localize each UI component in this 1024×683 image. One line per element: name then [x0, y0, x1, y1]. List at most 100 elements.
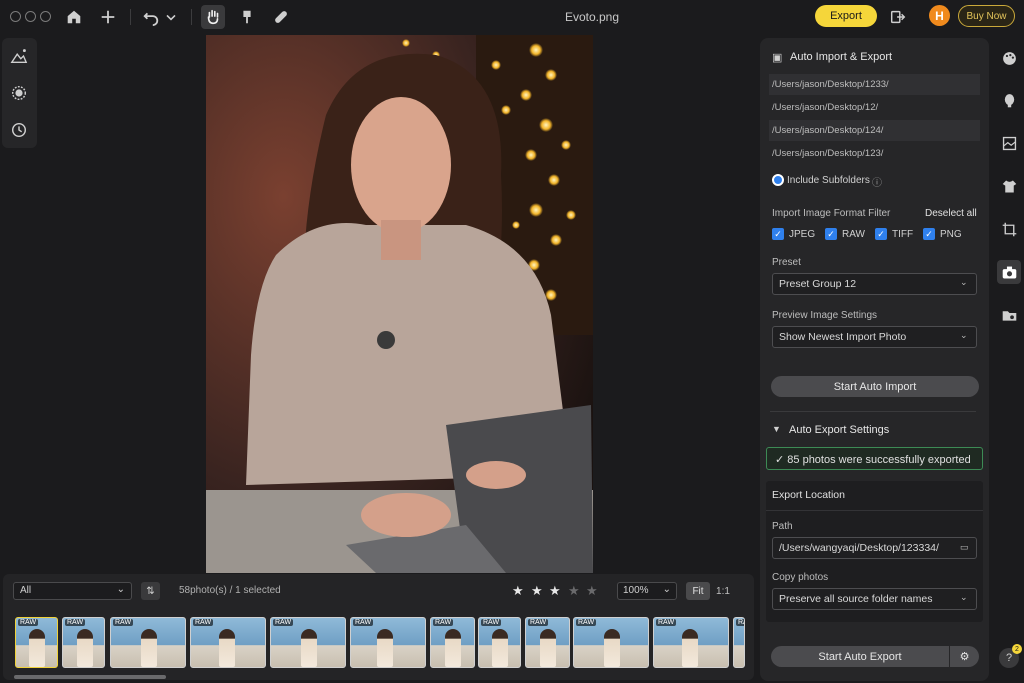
export-settings-title: Auto Export Settings — [789, 424, 890, 436]
folder-row[interactable]: /Users/jason/Desktop/124/ — [769, 120, 980, 141]
png-checkbox[interactable]: ✓ — [923, 228, 935, 240]
copy-photos-value: Preserve all source folder names — [779, 593, 933, 605]
path-label: Path — [772, 521, 793, 532]
raw-badge: RAW — [433, 619, 454, 626]
folder-row[interactable]: /Users/jason/Desktop/123/ — [769, 143, 980, 164]
deselect-all-link[interactable]: Deselect all — [925, 208, 977, 219]
format-filter-label: Import Image Format Filter — [772, 208, 891, 219]
folder-path: /Users/jason/Desktop/1233/ — [772, 79, 889, 90]
palette-icon[interactable] — [997, 46, 1021, 70]
preset-dropdown[interactable]: Preset Group 12 ⌄ — [772, 273, 977, 295]
filter-dropdown[interactable]: All ⌄ — [13, 582, 132, 600]
info-icon[interactable]: ⓘ — [872, 174, 882, 189]
buy-now-button[interactable]: Buy Now — [958, 5, 1015, 27]
raw-badge: RAW — [481, 619, 502, 626]
check-icon: ✓ — [775, 454, 785, 466]
format-label: TIFF — [892, 229, 914, 240]
preset-value: Preset Group 12 — [779, 278, 857, 290]
format-label: RAW — [842, 229, 865, 240]
divider — [766, 510, 983, 511]
filter-circle-icon[interactable] — [9, 83, 29, 103]
chevron-down-icon: ⌄ — [116, 584, 125, 595]
thumbnail[interactable]: RAW — [110, 617, 186, 668]
export-button[interactable]: Export — [815, 5, 877, 27]
raw-badge: RAW — [528, 619, 549, 626]
chevron-down-icon: ⌄ — [960, 592, 968, 602]
main-photo[interactable] — [206, 35, 593, 573]
rating-star-1[interactable]: ★ — [512, 583, 524, 599]
thumbnail[interactable]: RAW — [653, 617, 729, 668]
thumbnail[interactable]: RAW — [15, 617, 58, 668]
avatar[interactable]: H — [929, 5, 950, 26]
tiff-checkbox[interactable]: ✓ — [875, 228, 887, 240]
raw-badge: RAW — [113, 619, 134, 626]
copy-photos-label: Copy photos — [772, 572, 829, 583]
rating-star-3[interactable]: ★ — [549, 583, 561, 599]
rating-star-4[interactable]: ★ — [568, 583, 580, 599]
background-icon[interactable] — [997, 131, 1021, 155]
export-settings-gear-button[interactable]: ⚙ — [950, 646, 979, 667]
zoom-value: 100% — [623, 585, 649, 596]
thumbnail[interactable]: RAW — [190, 617, 266, 668]
export-location-title: Export Location — [772, 489, 845, 501]
chevron-down-icon: ⌄ — [960, 277, 968, 287]
camera-icon[interactable] — [997, 260, 1021, 284]
thumbnail[interactable]: RAW — [573, 617, 649, 668]
jpeg-checkbox[interactable]: ✓ — [772, 228, 784, 240]
folder-path: /Users/jason/Desktop/12/ — [772, 102, 879, 113]
fit-button[interactable]: Fit — [686, 582, 710, 600]
chevron-down-icon: ⌄ — [960, 330, 968, 340]
folder-open-icon[interactable]: ▭ — [960, 542, 970, 552]
sort-button[interactable]: ⇅ — [141, 582, 160, 600]
preview-settings-dropdown[interactable]: Show Newest Import Photo ⌄ — [772, 326, 977, 348]
raw-badge: RAW — [65, 619, 86, 626]
sort-icon: ⇅ — [146, 585, 155, 597]
raw-badge: RAW — [353, 619, 374, 626]
export-path-field[interactable]: /Users/wangyaqi/Desktop/123334/ ▭ — [772, 537, 977, 559]
thumbnail[interactable]: RAW — [350, 617, 426, 668]
raw-checkbox[interactable]: ✓ — [825, 228, 837, 240]
success-text: 85 photos were successfully exported — [787, 454, 971, 466]
history-icon[interactable] — [9, 120, 29, 140]
format-label: PNG — [940, 229, 962, 240]
photo-count-label: 58photo(s) / 1 selected — [179, 585, 281, 596]
start-auto-export-button[interactable]: Start Auto Export — [771, 646, 949, 667]
export-panel-icon[interactable] — [887, 6, 909, 28]
folder-row[interactable]: /Users/jason/Desktop/12/ — [769, 97, 980, 118]
preview-settings-label: Preview Image Settings — [772, 310, 878, 321]
thumbnail[interactable]: RAW — [62, 617, 105, 668]
copy-photos-dropdown[interactable]: Preserve all source folder names ⌄ — [772, 588, 977, 610]
thumbnail[interactable]: RAW — [430, 617, 475, 668]
one-to-one-button[interactable]: 1:1 — [711, 582, 735, 600]
filmstrip-scrollbar[interactable] — [14, 675, 166, 679]
success-message: ✓ 85 photos were successfully exported — [766, 447, 983, 470]
collapse-triangle-icon[interactable]: ▼ — [772, 424, 781, 434]
thumbnail[interactable]: RAW — [478, 617, 521, 668]
thumbnail[interactable]: RAW — [525, 617, 570, 668]
clothing-icon[interactable] — [997, 174, 1021, 198]
thumbnail[interactable]: RAW — [270, 617, 346, 668]
gear-icon: ⚙ — [959, 651, 970, 663]
include-subfolders-radio[interactable] — [772, 174, 784, 186]
raw-badge: RAW — [576, 619, 597, 626]
divider — [770, 411, 976, 412]
rating-star-5[interactable]: ★ — [586, 583, 598, 599]
import-panel-title: Auto Import & Export — [790, 51, 893, 63]
zoom-dropdown[interactable]: 100% ⌄ — [617, 582, 677, 600]
raw-badge: RAW — [273, 619, 294, 626]
left-toolbar — [2, 38, 37, 148]
folder-row[interactable]: /Users/jason/Desktop/1233/ — [769, 74, 980, 95]
start-auto-import-button[interactable]: Start Auto Import — [771, 376, 979, 397]
folder-view-icon[interactable] — [997, 303, 1021, 327]
chevron-down-icon: ⌄ — [662, 584, 671, 595]
folder-path: /Users/jason/Desktop/124/ — [772, 125, 884, 136]
folder-path: /Users/jason/Desktop/123/ — [772, 148, 884, 159]
raw-badge: RAW — [18, 619, 39, 626]
crop-icon[interactable] — [997, 217, 1021, 241]
help-icon: ? — [1005, 652, 1013, 664]
thumbnail[interactable]: RAW — [733, 617, 745, 668]
preset-label: Preset — [772, 257, 801, 268]
auto-adjust-icon[interactable] — [9, 46, 29, 66]
face-icon[interactable] — [997, 88, 1021, 112]
rating-star-2[interactable]: ★ — [531, 583, 543, 599]
